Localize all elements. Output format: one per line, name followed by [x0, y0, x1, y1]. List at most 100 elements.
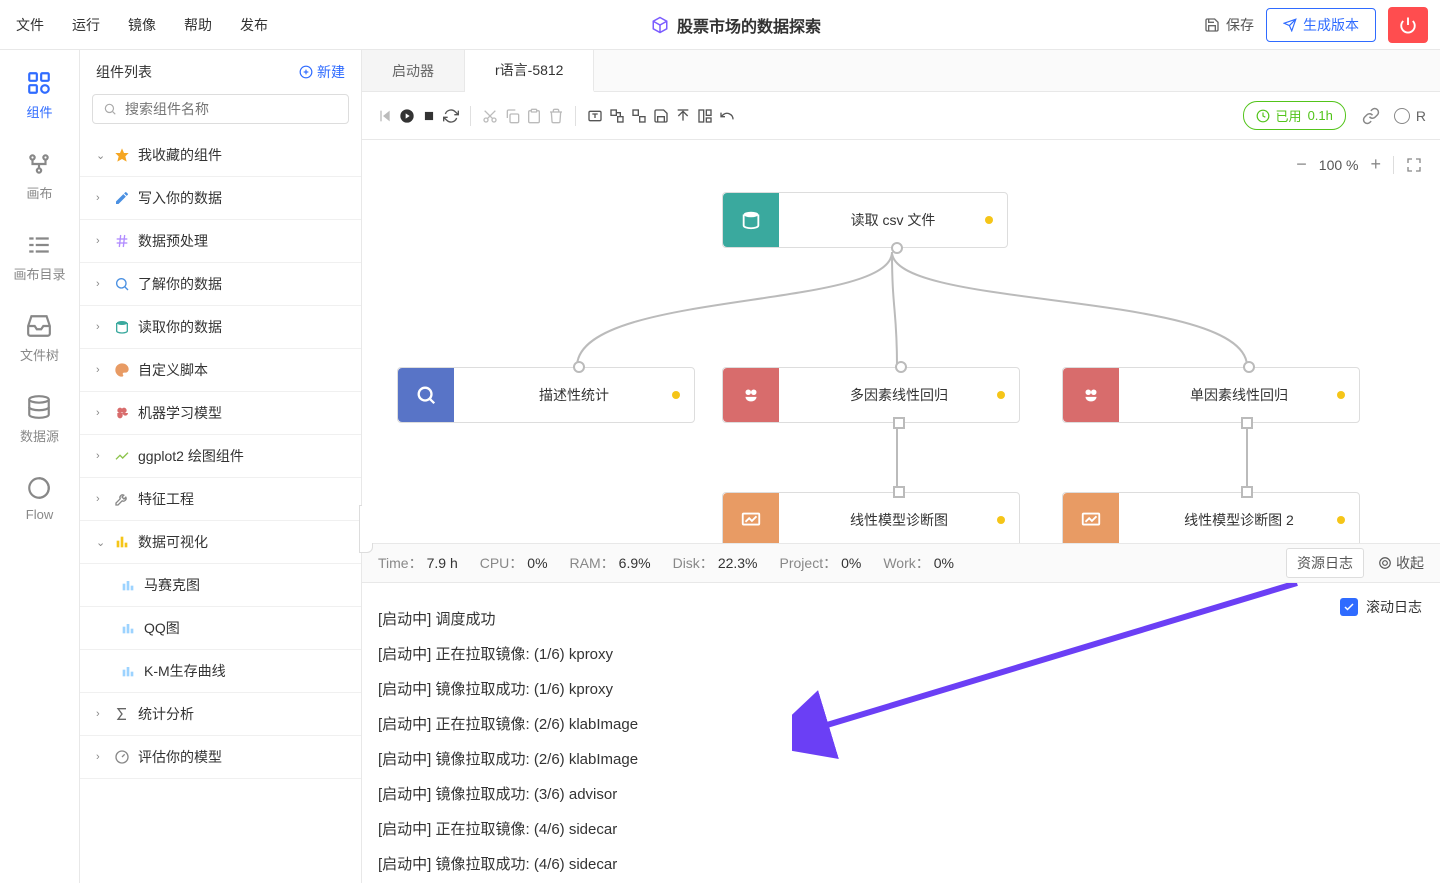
stop-icon[interactable]: [420, 107, 438, 125]
node-out-port[interactable]: [1241, 417, 1253, 429]
tree-sub-qq[interactable]: QQ图: [80, 607, 361, 650]
tab-launcher[interactable]: 启动器: [362, 50, 465, 91]
node-single-lr[interactable]: 单因素线性回归: [1062, 367, 1360, 423]
status-bar: Time：7.9 h CPU：0% RAM：6.9% Disk：22.3% Pr…: [362, 543, 1440, 583]
rail-canvas[interactable]: 画布: [26, 151, 52, 202]
skip-back-icon[interactable]: [376, 107, 394, 125]
collapse-log-button[interactable]: 收起: [1378, 553, 1424, 573]
node-in-port[interactable]: [573, 361, 585, 373]
flow-canvas[interactable]: − 100 % + 读取 csv 文件 描述性统计: [362, 140, 1440, 543]
new-component-button[interactable]: 新建: [299, 62, 345, 82]
node-label: 描述性统计: [539, 385, 609, 405]
tree-sub-mosaic[interactable]: 马赛克图: [80, 564, 361, 607]
zoom-out-button[interactable]: −: [1296, 154, 1307, 175]
rail-file-tree[interactable]: 文件树: [20, 313, 59, 364]
tree-item-dataviz[interactable]: ⌄数据可视化: [80, 521, 361, 564]
rail-canvas-dir[interactable]: 画布目录: [13, 232, 65, 283]
text-box-icon[interactable]: [586, 107, 604, 125]
node-in-port[interactable]: [1243, 361, 1255, 373]
main-menu: 文件 运行 镜像 帮助 发布: [12, 15, 268, 35]
rail-components[interactable]: 组件: [26, 70, 52, 121]
log-line: [启动中] 镜像拉取成功: (1/6) kproxy: [378, 671, 1424, 706]
rail-label: 文件树: [20, 345, 59, 364]
tree-item-write-data[interactable]: ›写入你的数据: [80, 177, 361, 220]
log-line: [启动中] 镜像拉取成功: (4/6) sidecar: [378, 846, 1424, 881]
tree-item-eval[interactable]: ›评估你的模型: [80, 736, 361, 779]
tab-rlang[interactable]: r语言-5812: [465, 50, 594, 92]
collapse-label: 收起: [1396, 553, 1424, 573]
menu-image[interactable]: 镜像: [128, 15, 156, 35]
cut-icon[interactable]: [481, 107, 499, 125]
search-input[interactable]: [125, 101, 338, 117]
rail-label: Flow: [26, 507, 53, 522]
send-icon: [1283, 18, 1297, 32]
node-in-port[interactable]: [895, 361, 907, 373]
tree-sub-km[interactable]: K-M生存曲线: [80, 650, 361, 693]
rail-flow[interactable]: Flow: [26, 475, 53, 522]
menu-publish[interactable]: 发布: [240, 15, 268, 35]
menu-help[interactable]: 帮助: [184, 15, 212, 35]
status-dot: [1337, 391, 1345, 399]
copy-icon[interactable]: [503, 107, 521, 125]
scroll-log-label: 滚动日志: [1366, 597, 1422, 617]
node-icon: [723, 493, 779, 543]
link-icon[interactable]: [1362, 107, 1380, 125]
cube-icon: [651, 16, 669, 34]
canvas-icon: [26, 151, 52, 177]
kernel-status-icon: [1394, 108, 1410, 124]
paste-icon[interactable]: [525, 107, 543, 125]
chevron-right-icon: ›: [96, 192, 106, 204]
sigma-icon: [114, 706, 130, 722]
rail-data-source[interactable]: 数据源: [20, 394, 59, 445]
node-read-csv[interactable]: 读取 csv 文件: [722, 192, 1008, 248]
chevron-right-icon: ›: [96, 493, 106, 505]
tree-item-ggplot[interactable]: ›ggplot2 绘图组件: [80, 435, 361, 478]
tree-item-stats[interactable]: ›统计分析: [80, 693, 361, 736]
group-icon[interactable]: [608, 107, 626, 125]
left-rail: 组件 画布 画布目录 文件树 数据源 Flow: [0, 50, 80, 883]
status-dot: [1337, 516, 1345, 524]
layout-icon[interactable]: [696, 107, 714, 125]
search-input-wrap[interactable]: [92, 94, 349, 124]
node-out-port[interactable]: [893, 417, 905, 429]
save-button[interactable]: 保存: [1204, 15, 1254, 35]
ungroup-icon[interactable]: [630, 107, 648, 125]
tree-item-read-data[interactable]: ›读取你的数据: [80, 306, 361, 349]
node-icon: [1063, 368, 1119, 422]
menu-file[interactable]: 文件: [16, 15, 44, 35]
zoom-in-button[interactable]: +: [1370, 154, 1381, 175]
node-in-port[interactable]: [1241, 486, 1253, 498]
tree-item-ml-model[interactable]: ›机器学习模型: [80, 392, 361, 435]
play-icon[interactable]: [398, 107, 416, 125]
node-diag2[interactable]: 线性模型诊断图 2: [1062, 492, 1360, 543]
undo-icon[interactable]: [718, 107, 736, 125]
save-icon[interactable]: [652, 107, 670, 125]
scroll-log-toggle[interactable]: 滚动日志: [1340, 597, 1422, 617]
tree-item-feature-eng[interactable]: ›特征工程: [80, 478, 361, 521]
generate-version-button[interactable]: 生成版本: [1266, 8, 1376, 42]
log-line: [启动中] 正在拉取镜像: (4/6) sidecar: [378, 811, 1424, 846]
upload-icon[interactable]: [674, 107, 692, 125]
refresh-icon[interactable]: [442, 107, 460, 125]
menu-run[interactable]: 运行: [72, 15, 100, 35]
resource-log-button[interactable]: 资源日志: [1286, 548, 1364, 578]
tree-item-custom-script[interactable]: ›自定义脚本: [80, 349, 361, 392]
node-desc-stats[interactable]: 描述性统计: [397, 367, 695, 423]
power-button[interactable]: [1388, 7, 1428, 43]
node-icon: [398, 368, 454, 422]
node-in-port[interactable]: [893, 486, 905, 498]
kernel-badge[interactable]: R: [1394, 108, 1426, 124]
fit-screen-icon[interactable]: [1406, 157, 1422, 173]
tree-item-preprocess[interactable]: ›数据预处理: [80, 220, 361, 263]
tree-item-favorites[interactable]: ⌄我收藏的组件: [80, 134, 361, 177]
node-label: 读取 csv 文件: [851, 210, 936, 230]
node-out-port[interactable]: [891, 242, 903, 254]
node-multi-lr[interactable]: 多因素线性回归: [722, 367, 1020, 423]
node-diag1[interactable]: 线性模型诊断图: [722, 492, 1020, 543]
trash-icon[interactable]: [547, 107, 565, 125]
component-sidebar: 组件列表 新建 ⌄我收藏的组件 ›写入你的数据 ›数据预处理 ›了解你的数据 ›…: [80, 50, 362, 883]
tree-label: ggplot2 绘图组件: [138, 446, 244, 466]
tree-label: 读取你的数据: [138, 317, 222, 337]
tree-item-explore[interactable]: ›了解你的数据: [80, 263, 361, 306]
component-tree: ⌄我收藏的组件 ›写入你的数据 ›数据预处理 ›了解你的数据 ›读取你的数据 ›…: [80, 134, 361, 883]
